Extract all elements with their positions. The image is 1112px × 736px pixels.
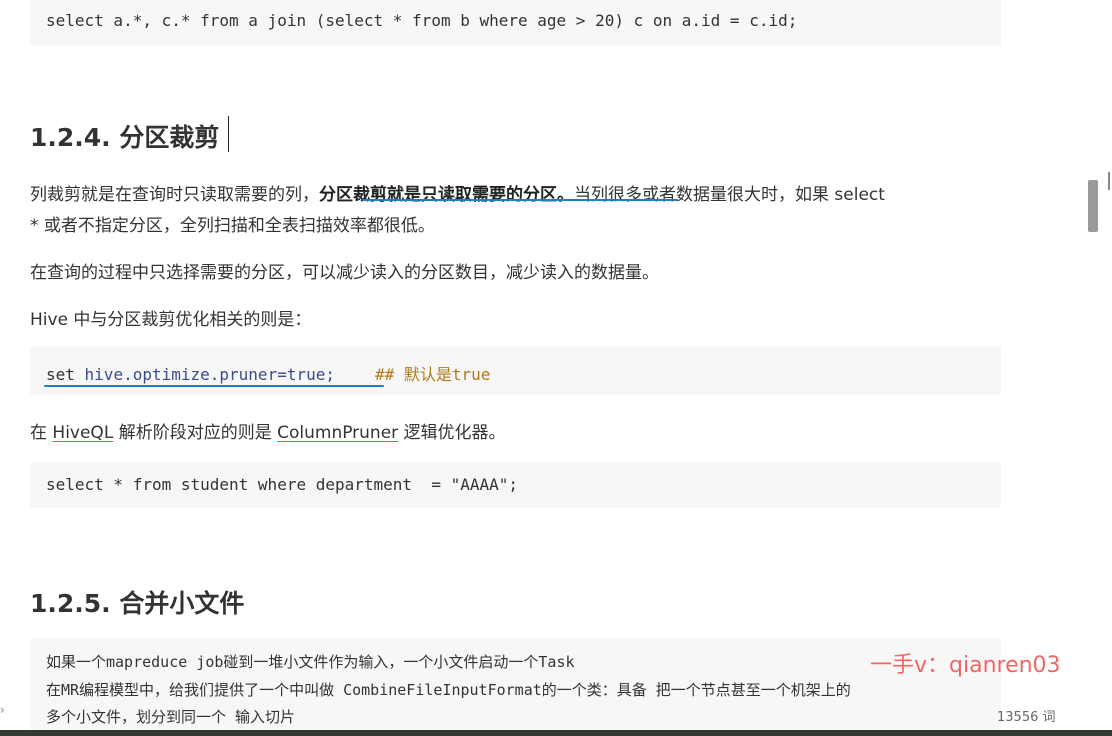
bottom-status-strip <box>0 730 1112 736</box>
paragraph-text: 当列很多或者数据量很大时，如果 select <box>574 185 885 205</box>
code-line: select * from student where department =… <box>46 475 519 494</box>
columnpruner-link[interactable]: ColumnPruner <box>277 423 398 443</box>
paragraph-partition-select: 在查询的过程中只选择需要的分区，可以减少读入的分区数目，减少读入的数据量。 <box>30 263 659 283</box>
scrollbar-thumb[interactable] <box>1088 180 1098 232</box>
paragraph-text: 在 <box>30 423 53 443</box>
code-comment: ## 默认是true <box>375 365 491 384</box>
paragraph-text: 解析阶段对应的则是 <box>113 423 278 443</box>
code-block-join[interactable]: select a.*, c.* from a join (select * fr… <box>30 0 1001 45</box>
paragraph-text: 逻辑优化器。 <box>398 423 506 443</box>
code-keyword: set <box>46 365 75 384</box>
code-block-merge[interactable]: 如果一个mapreduce job碰到一堆小文件作为输入，一个小文件启动一个Ta… <box>30 638 1001 730</box>
section-heading-1-2-5: 1.2.5. 合并小文件 <box>30 589 245 618</box>
paragraph-text: 列裁剪就是在查询时只读取需要的列， <box>30 185 319 205</box>
bold-text: 分区裁剪就是只读取需要的分区。 <box>319 185 574 205</box>
scrollbar-marker <box>1108 172 1110 190</box>
chevron-right-icon[interactable]: › <box>0 703 5 717</box>
document-editor[interactable]: select a.*, c.* from a join (select * fr… <box>0 0 1086 730</box>
code-line: set hive.optimize.pruner=true; ## 默认是true <box>46 361 490 385</box>
hiveql-link[interactable]: HiveQL <box>52 423 113 443</box>
pen-annotation-underline <box>362 199 678 201</box>
watermark-text: 一手v：qianren03 <box>870 653 1061 678</box>
code-line: select a.*, c.* from a join (select * fr… <box>46 11 798 30</box>
paragraph-hiveql: 在 HiveQL 解析阶段对应的则是 ColumnPruner 逻辑优化器。 <box>30 418 506 443</box>
paragraph-column-pruning: 列裁剪就是在查询时只读取需要的列，分区裁剪就是只读取需要的分区。当列很多或者数据… <box>30 180 885 205</box>
pen-annotation-underline <box>44 385 384 387</box>
code-value: =true; <box>277 365 335 384</box>
section-heading-1-2-4: 1.2.4. 分区裁剪 <box>30 123 220 152</box>
code-line: 在MR编程模型中，给我们提供了一个中叫做 CombineFileInputFor… <box>46 681 851 699</box>
word-count: 13556 词 <box>997 710 1056 725</box>
paragraph-line-2: * 或者不指定分区，全列扫描和全表扫描效率都很低。 <box>30 216 435 236</box>
paragraph-hive-intro: Hive 中与分区裁剪优化相关的则是： <box>30 310 312 330</box>
code-property: hive.optimize.pruner <box>74 365 278 384</box>
code-line: 如果一个mapreduce job碰到一堆小文件作为输入，一个小文件启动一个Ta… <box>46 653 575 671</box>
code-block-set[interactable]: set hive.optimize.pruner=true; ## 默认是true <box>30 347 1001 395</box>
code-line: 多个小文件，划分到同一个 输入切片 <box>46 708 296 726</box>
vertical-scrollbar[interactable] <box>1086 0 1112 730</box>
text-caret <box>228 116 229 152</box>
code-block-select[interactable]: select * from student where department =… <box>30 462 1001 508</box>
